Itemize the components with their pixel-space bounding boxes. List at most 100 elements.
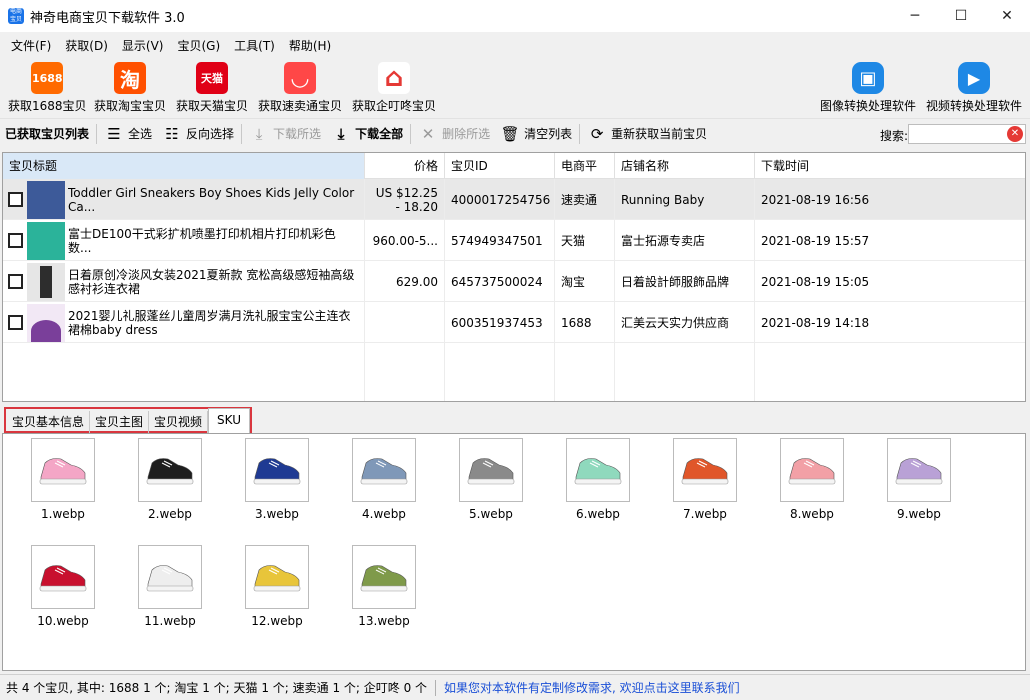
refetch-button[interactable]: ⟳ 重新获取当前宝贝 [582, 121, 712, 147]
sku-filename: 10.webp [37, 614, 89, 628]
fetch-qidingdong-button[interactable]: ⌂ 获取企叮咚宝贝 [352, 62, 436, 114]
table-header: 宝贝标题 价格 宝贝ID 电商平台 店铺名称 下载时间 [3, 153, 1025, 199]
fetch-tmall-button[interactable]: 天猫 获取天猫宝贝 [176, 62, 248, 114]
sku-image-item[interactable]: 10.webp [28, 545, 98, 628]
menu-bar: 文件(F) 获取(D) 显示(V) 宝贝(G) 工具(T) 帮助(H) [0, 32, 1030, 58]
menu-tools[interactable]: 工具(T) [227, 37, 282, 54]
item-time: 2021-08-19 14:18 [761, 315, 870, 330]
tab-video[interactable]: 宝贝视频 [149, 411, 209, 433]
item-title: 富士DE100干式彩扩机喷墨打印机相片打印机彩色数... [68, 226, 336, 255]
sku-image-item[interactable]: 5.webp [456, 438, 526, 521]
download-all-button[interactable]: ⤓ 下载全部 [326, 121, 408, 147]
download-selected-button[interactable]: ⤓ 下载所选 [244, 121, 326, 147]
title-bar: 电商宝贝 神奇电商宝贝下载软件 3.0 ─ ☐ ✕ [0, 0, 1030, 32]
app-icon: 电商宝贝 [8, 8, 24, 24]
sku-thumbnail [138, 438, 202, 502]
image-convert-label: 图像转换处理软件 [820, 99, 917, 113]
toolbar-divider [410, 123, 412, 144]
row-checkbox[interactable] [8, 315, 23, 330]
fetch-qidingdong-label: 获取企叮咚宝贝 [352, 99, 437, 113]
tab-basic-info[interactable]: 宝贝基本信息 [7, 411, 91, 433]
search-label: 搜索: [879, 129, 908, 143]
sku-thumbnail [887, 438, 951, 502]
table-row[interactable]: Toddler Girl Sneakers Boy Shoes Kids Jel… [3, 179, 1025, 220]
row-checkbox[interactable] [8, 274, 23, 289]
empty-row [3, 343, 1025, 384]
sku-thumbnail [245, 545, 309, 609]
menu-view[interactable]: 显示(V) [115, 37, 171, 54]
item-price: 629.00 [396, 274, 438, 289]
sku-image-item[interactable]: 6.webp [563, 438, 633, 521]
sku-filename: 5.webp [469, 507, 513, 521]
column-shop[interactable]: 店铺名称 [615, 153, 755, 179]
item-time: 2021-08-19 15:57 [761, 233, 870, 248]
table-row[interactable]: 2021婴儿礼服蓬丝儿童周岁满月洗礼服宝宝公主连衣裙棉baby dress 60… [3, 302, 1025, 343]
item-thumbnail [27, 262, 65, 301]
item-thumbnail [27, 303, 65, 342]
sku-filename: 7.webp [683, 507, 727, 521]
column-platform[interactable]: 电商平台 [555, 153, 615, 199]
sku-image-item[interactable]: 8.webp [777, 438, 847, 521]
invert-select-button[interactable]: ☷ 反向选择 [157, 121, 239, 147]
column-id[interactable]: 宝贝ID [445, 153, 555, 179]
row-checkbox[interactable] [8, 192, 23, 207]
fetch-1688-button[interactable]: 1688 获取1688宝贝 [8, 62, 87, 114]
close-button[interactable]: ✕ [984, 0, 1030, 32]
sku-filename: 8.webp [790, 507, 834, 521]
maximize-button[interactable]: ☐ [938, 0, 984, 32]
sku-image-item[interactable]: 2.webp [135, 438, 205, 521]
video-convert-button[interactable]: ▶ 视频转换处理软件 [926, 62, 1022, 114]
checklist-icon: ☰ [107, 124, 121, 143]
fetch-tmall-label: 获取天猫宝贝 [176, 99, 249, 113]
sku-filename: 13.webp [358, 614, 410, 628]
table-row[interactable]: 富士DE100干式彩扩机喷墨打印机相片打印机彩色数... 960.00-5...… [3, 220, 1025, 261]
item-time: 2021-08-19 16:56 [761, 192, 870, 207]
fetch-taobao-button[interactable]: 淘 获取淘宝宝贝 [94, 62, 166, 114]
item-id: 574949347501 [445, 220, 555, 261]
sku-image-item[interactable]: 9.webp [884, 438, 954, 521]
item-thumbnail [27, 180, 65, 219]
column-time[interactable]: 下载时间 [755, 153, 1025, 179]
sku-thumbnail [566, 438, 630, 502]
menu-file[interactable]: 文件(F) [4, 37, 58, 54]
delete-selected-button[interactable]: ✕ 删除所选 [413, 121, 495, 147]
search-input[interactable]: ✕ [908, 124, 1026, 144]
sku-image-item[interactable]: 13.webp [349, 545, 419, 628]
menu-item[interactable]: 宝贝(G) [170, 37, 227, 54]
image-convert-icon: ▣ [852, 62, 884, 94]
column-price[interactable]: 价格 [365, 153, 445, 179]
row-checkbox[interactable] [8, 233, 23, 248]
sku-image-item[interactable]: 11.webp [135, 545, 205, 628]
status-summary: 共 4 个宝贝, 其中: 1688 1 个; 淘宝 1 个; 天猫 1 个; 速… [6, 681, 428, 695]
toolbar-divider [96, 123, 98, 144]
tab-main-images[interactable]: 宝贝主图 [90, 411, 150, 433]
refetch-label: 重新获取当前宝贝 [611, 127, 708, 141]
fetch-aliexpress-button[interactable]: ◡ 获取速卖通宝贝 [258, 62, 342, 114]
trash-icon: 🗑 [500, 124, 520, 143]
window-title: 神奇电商宝贝下载软件 3.0 [30, 10, 185, 26]
window-controls: ─ ☐ ✕ [892, 0, 1030, 32]
status-divider [435, 679, 437, 696]
contact-link[interactable]: 如果您对本软件有定制修改需求, 欢迎点击这里联系我们 [444, 679, 740, 696]
menu-help[interactable]: 帮助(H) [282, 37, 338, 54]
tab-sku[interactable]: SKU [208, 408, 250, 433]
sku-image-item[interactable]: 3.webp [242, 438, 312, 521]
delete-selected-label: 删除所选 [442, 127, 491, 141]
qidingdong-icon: ⌂ [378, 62, 410, 94]
sku-image-item[interactable]: 12.webp [242, 545, 312, 628]
menu-fetch[interactable]: 获取(D) [58, 37, 115, 54]
sku-image-item[interactable]: 4.webp [349, 438, 419, 521]
sku-filename: 6.webp [576, 507, 620, 521]
list-toolbar: 已获取宝贝列表 ☰ 全选 ☷ 反向选择 ⤓ 下载所选 ⤓ 下载全部 ✕ 删除所选 🗑 清空列… [0, 118, 1030, 148]
sku-image-item[interactable]: 1.webp [28, 438, 98, 521]
clear-search-icon[interactable]: ✕ [1007, 126, 1023, 142]
table-row[interactable]: 日着原创冷淡风女装2021夏新款 宽松高级感短袖高级感衬衫连衣裙 629.00 … [3, 261, 1025, 302]
minimize-button[interactable]: ─ [892, 0, 938, 32]
item-table: 宝贝标题 价格 宝贝ID 电商平台 店铺名称 下载时间 Toddler Girl… [2, 152, 1026, 402]
sku-image-item[interactable]: 7.webp [670, 438, 740, 521]
image-convert-button[interactable]: ▣ 图像转换处理软件 [820, 62, 916, 114]
clear-list-button[interactable]: 🗑 清空列表 [495, 121, 577, 147]
item-thumbnail [27, 221, 65, 260]
select-all-button[interactable]: ☰ 全选 [99, 121, 157, 147]
column-title[interactable]: 宝贝标题 [3, 153, 365, 179]
